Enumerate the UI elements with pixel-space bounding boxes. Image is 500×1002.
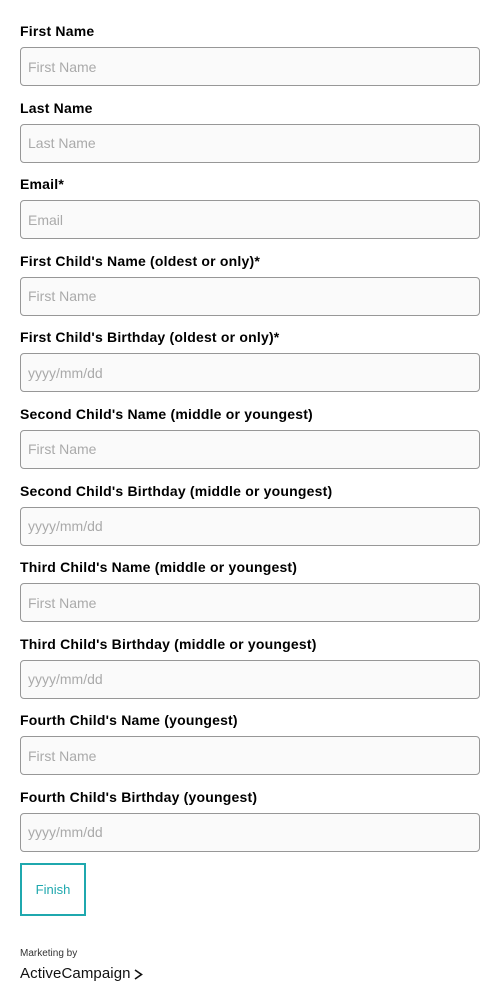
email-field: Email* xyxy=(20,175,480,252)
last-name-label: Last Name xyxy=(20,99,93,116)
first-name-field: First Name xyxy=(20,22,480,99)
last-name-input[interactable] xyxy=(20,123,480,163)
chevron-right-icon xyxy=(134,968,143,980)
first-name-input[interactable] xyxy=(20,47,480,86)
fourth-child-birthday-input[interactable] xyxy=(20,812,480,852)
first-child-birthday-field: First Child's Birthday (oldest or only)* xyxy=(20,328,480,405)
third-child-birthday-field: Third Child's Birthday (middle or younge… xyxy=(20,635,480,712)
first-name-label: First Name xyxy=(20,23,95,39)
fourth-child-name-field: Fourth Child's Name (youngest) xyxy=(20,711,480,788)
fourth-child-birthday-label: Fourth Child's Birthday (youngest) xyxy=(20,788,258,805)
finish-button[interactable]: Finish xyxy=(20,863,86,916)
second-child-name-label: Second Child's Name (middle or youngest) xyxy=(20,405,313,422)
first-child-name-input[interactable] xyxy=(20,276,480,316)
third-child-name-label: Third Child's Name (middle or youngest) xyxy=(20,559,298,576)
fourth-child-birthday-field: Fourth Child's Birthday (youngest) xyxy=(20,788,480,865)
submit-area: Finish xyxy=(20,863,86,916)
second-child-birthday-input[interactable] xyxy=(20,506,480,546)
first-child-birthday-input[interactable] xyxy=(20,353,480,393)
second-child-birthday-field: Second Child's Birthday (middle or young… xyxy=(20,482,480,559)
third-child-birthday-input[interactable] xyxy=(20,659,480,699)
second-child-name-input[interactable] xyxy=(20,429,480,469)
email-input[interactable] xyxy=(20,200,480,240)
last-name-field: Last Name xyxy=(20,99,480,176)
second-child-name-field: Second Child's Name (middle or youngest) xyxy=(20,405,480,482)
activecampaign-logo-text: ActiveCampaign xyxy=(20,965,131,982)
third-child-name-field: Third Child's Name (middle or youngest) xyxy=(20,558,480,635)
activecampaign-link[interactable]: ActiveCampaign xyxy=(20,965,143,983)
second-child-birthday-label: Second Child's Birthday (middle or young… xyxy=(20,482,333,499)
signup-form: First Name Last Name Email* First Child'… xyxy=(20,22,480,865)
first-child-name-label: First Child's Name (oldest or only)* xyxy=(20,252,261,269)
first-child-name-field: First Child's Name (oldest or only)* xyxy=(20,252,480,329)
first-child-birthday-label: First Child's Birthday (oldest or only)* xyxy=(20,329,280,346)
marketing-by-text: Marketing by xyxy=(20,948,78,959)
fourth-child-name-label: Fourth Child's Name (youngest) xyxy=(20,712,238,729)
branding: Marketing by ActiveCampaign xyxy=(20,947,143,983)
email-label: Email* xyxy=(20,176,64,193)
fourth-child-name-input[interactable] xyxy=(20,736,480,776)
third-child-birthday-label: Third Child's Birthday (middle or younge… xyxy=(20,635,317,652)
third-child-name-input[interactable] xyxy=(20,583,480,623)
